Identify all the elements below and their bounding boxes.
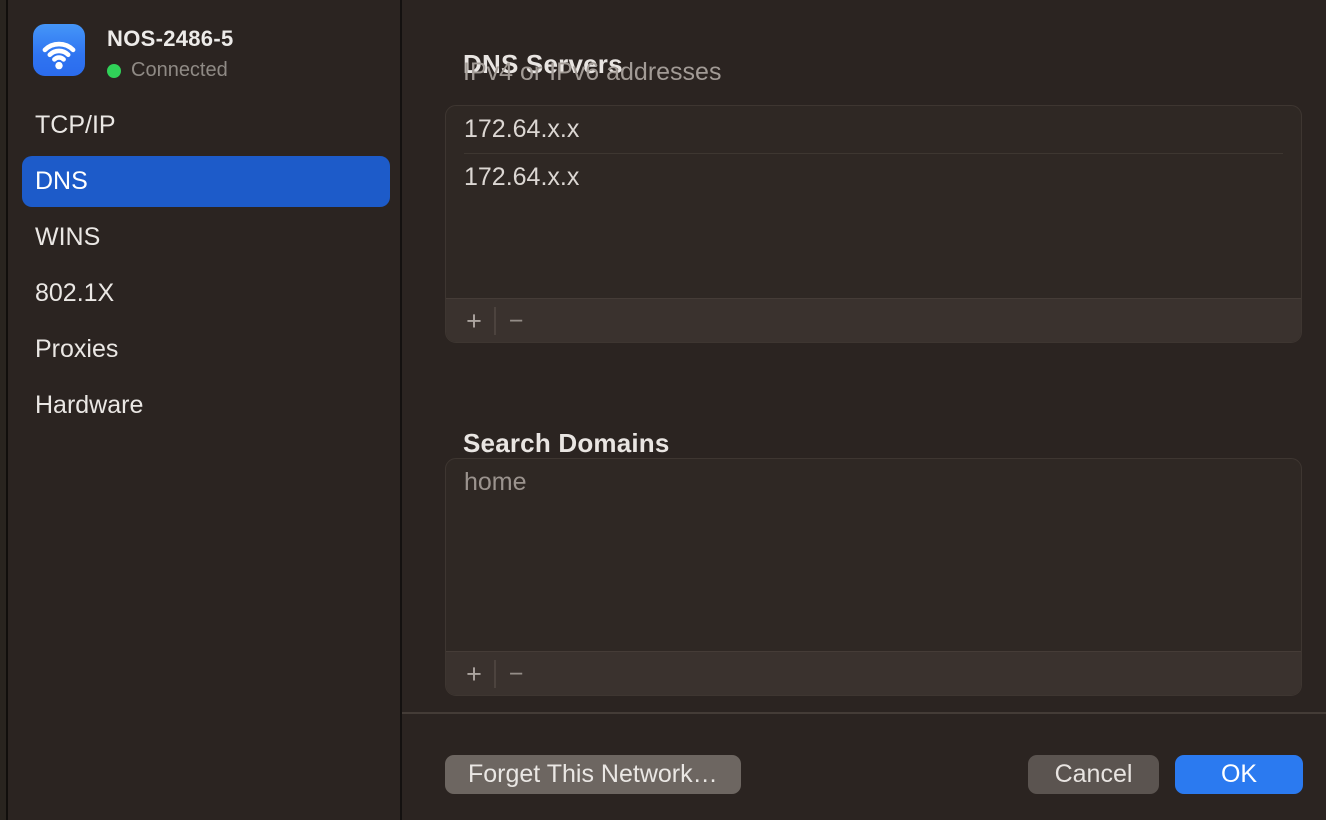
sidebar-item-tcpip[interactable]: TCP/IP xyxy=(22,100,390,151)
dns-server-value: 172.64.x.x xyxy=(464,115,579,144)
footer-divider xyxy=(402,712,1326,714)
forget-network-button[interactable]: Forget This Network… xyxy=(445,755,741,794)
status-text: Connected xyxy=(131,59,228,82)
search-domains-title: Search Domains xyxy=(463,428,670,459)
sidebar: NOS-2486-5 Connected TCP/IP DNS WINS 802… xyxy=(8,0,400,820)
wifi-icon xyxy=(33,24,85,76)
sidebar-menu: TCP/IP DNS WINS 802.1X Proxies Hardware xyxy=(22,100,390,436)
search-domains-list: home + − xyxy=(445,458,1302,696)
dns-server-value: 172.64.x.x xyxy=(464,163,579,192)
sidebar-item-8021x[interactable]: 802.1X xyxy=(22,268,390,319)
add-dns-server-button[interactable]: + xyxy=(454,303,494,339)
add-search-domain-button[interactable]: + xyxy=(454,656,494,692)
dns-servers-toolbar: + − xyxy=(446,298,1301,342)
remove-search-domain-button[interactable]: − xyxy=(496,656,536,692)
dns-settings-pane: DNS Servers IPv4 or IPv6 addresses 172.6… xyxy=(402,0,1326,820)
sidebar-item-proxies[interactable]: Proxies xyxy=(22,324,390,375)
search-domain-value: home xyxy=(464,468,527,497)
search-domain-row[interactable]: home xyxy=(446,459,1301,506)
sidebar-item-wins[interactable]: WINS xyxy=(22,212,390,263)
dns-server-row[interactable]: 172.64.x.x xyxy=(446,154,1301,201)
status-dot-icon xyxy=(107,64,121,78)
dns-servers-subtitle: IPv4 or IPv6 addresses xyxy=(463,58,721,87)
search-domains-toolbar: + − xyxy=(446,651,1301,695)
network-header: NOS-2486-5 Connected xyxy=(33,24,234,82)
dns-servers-list: 172.64.x.x 172.64.x.x + − xyxy=(445,105,1302,343)
remove-dns-server-button[interactable]: − xyxy=(496,303,536,339)
network-status: Connected xyxy=(107,59,234,82)
ok-button[interactable]: OK xyxy=(1175,755,1303,794)
sidebar-item-dns[interactable]: DNS xyxy=(22,156,390,207)
cancel-button[interactable]: Cancel xyxy=(1028,755,1159,794)
network-meta: NOS-2486-5 Connected xyxy=(107,24,234,82)
dns-server-row[interactable]: 172.64.x.x xyxy=(446,106,1301,153)
sidebar-item-hardware[interactable]: Hardware xyxy=(22,380,390,431)
network-name: NOS-2486-5 xyxy=(107,26,234,52)
